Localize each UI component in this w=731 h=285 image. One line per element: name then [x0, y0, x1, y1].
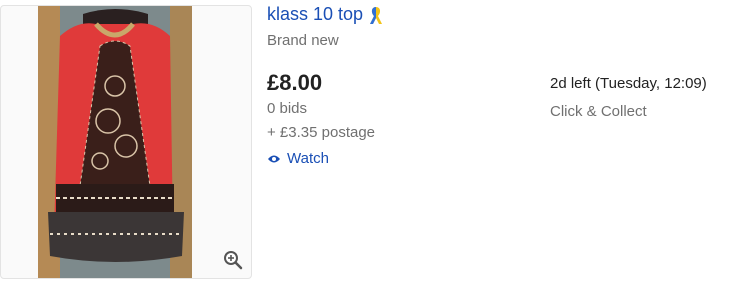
condition-label: Brand new [267, 32, 339, 49]
zoom-button[interactable] [221, 248, 245, 272]
listing-title: klass 10 top [267, 4, 364, 24]
bid-count: 0 bids [267, 100, 308, 117]
time-left: 2d left (Tuesday, 12:09) [550, 75, 707, 92]
listing-title-link[interactable]: klass 10 top [267, 4, 384, 25]
dress-photo [38, 6, 192, 278]
listing-image[interactable] [0, 5, 252, 279]
zoom-in-icon [224, 251, 243, 270]
awareness-ribbon-icon [370, 6, 383, 24]
watch-label: Watch [287, 150, 329, 167]
eye-icon [268, 155, 280, 162]
watch-button[interactable]: Watch [267, 150, 329, 167]
delivery-option: Click & Collect [550, 103, 647, 120]
price: £8.00 [267, 70, 323, 95]
postage-cost: + £3.35 postage [267, 124, 376, 141]
